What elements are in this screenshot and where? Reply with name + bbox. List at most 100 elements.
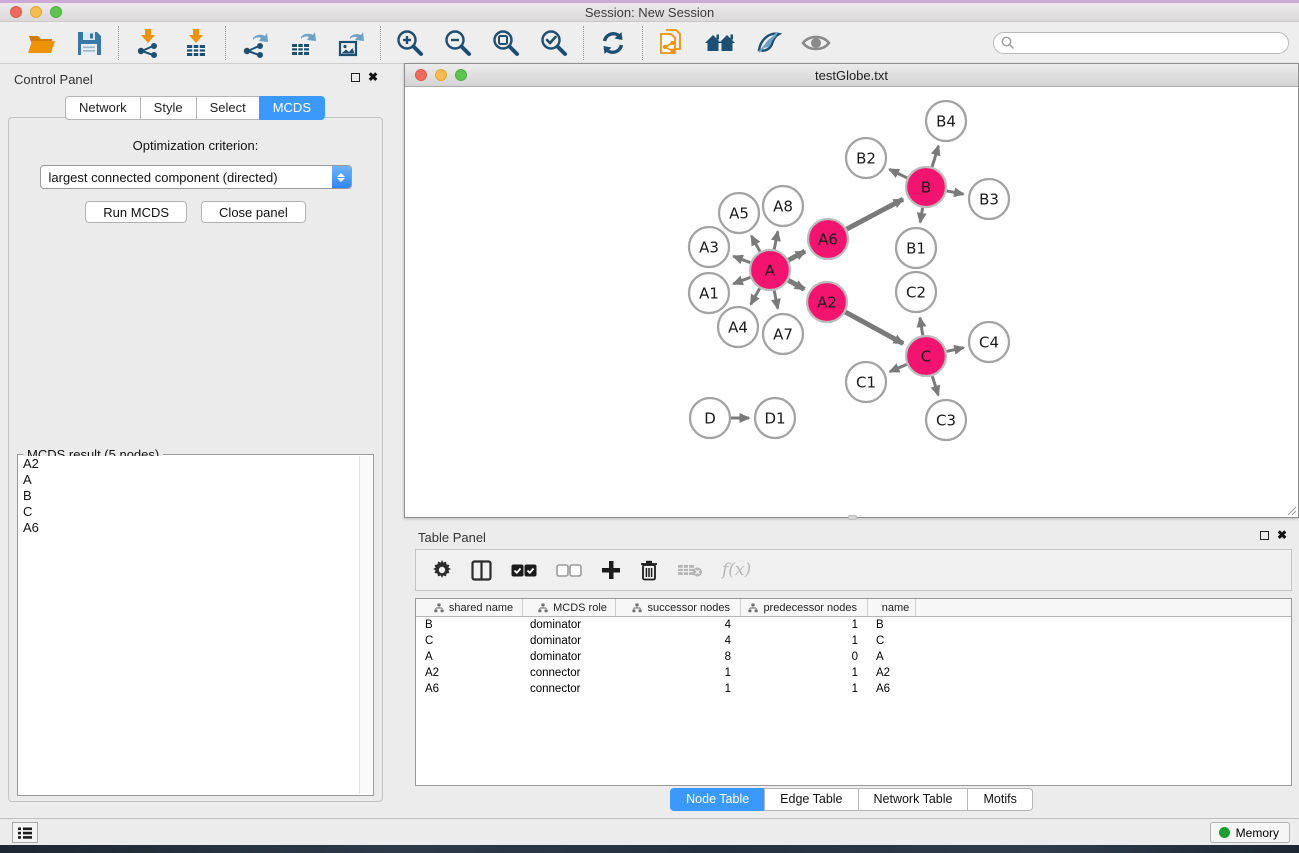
memory-button[interactable]: Memory: [1210, 822, 1290, 843]
table-cell[interactable]: C: [868, 633, 916, 649]
table-cell[interactable]: A6: [868, 681, 916, 697]
table-cell[interactable]: 4: [616, 617, 741, 633]
table-row[interactable]: Adominator80A: [416, 649, 1291, 665]
toolbar-search[interactable]: [993, 32, 1289, 54]
table-cell[interactable]: dominator: [523, 617, 616, 633]
search-input[interactable]: [1020, 34, 1288, 52]
hide-graphics-details-icon[interactable]: [799, 26, 833, 60]
run-mcds-button[interactable]: Run MCDS: [85, 201, 187, 223]
column-header-shared-name[interactable]: shared name: [416, 599, 523, 616]
table-settings-gear-icon[interactable]: [432, 560, 452, 580]
table-cell[interactable]: 1: [741, 633, 868, 649]
add-column-icon[interactable]: [601, 560, 621, 580]
close-panel-icon[interactable]: ✖: [368, 72, 378, 82]
graph-edge-A-A2[interactable]: [788, 280, 804, 289]
table-cell[interactable]: B: [868, 617, 916, 633]
table-cell[interactable]: dominator: [523, 633, 616, 649]
table-row[interactable]: Bdominator41B: [416, 617, 1291, 633]
tab-edge-table[interactable]: Edge Table: [764, 788, 857, 811]
table-cell[interactable]: A2: [868, 665, 916, 681]
delete-column-trash-icon[interactable]: [640, 560, 658, 581]
graph-edge-A-A7[interactable]: [774, 291, 778, 309]
refresh-layout-icon[interactable]: [596, 26, 630, 60]
table-cell[interactable]: 1: [741, 617, 868, 633]
float-table-panel-icon[interactable]: [1260, 531, 1269, 540]
table-cell[interactable]: A6: [416, 681, 523, 697]
table-cell[interactable]: 8: [616, 649, 741, 665]
mcds-result-item[interactable]: C: [19, 504, 359, 520]
graph-edge-C-C1[interactable]: [890, 364, 907, 371]
table-cell[interactable]: 0: [741, 649, 868, 665]
tab-node-table[interactable]: Node Table: [670, 788, 764, 811]
table-cell[interactable]: 1: [741, 665, 868, 681]
graph-edge-A-A4[interactable]: [751, 288, 760, 304]
tab-network-table[interactable]: Network Table: [858, 788, 968, 811]
import-table-icon[interactable]: [179, 26, 213, 60]
graph-edge-B-B2[interactable]: [889, 169, 907, 178]
close-panel-button[interactable]: Close panel: [201, 201, 306, 223]
table-row[interactable]: A6connector11A6: [416, 681, 1291, 697]
tab-network[interactable]: Network: [65, 96, 140, 120]
open-file-icon[interactable]: [24, 26, 58, 60]
column-header-predecessor-nodes[interactable]: predecessor nodes: [741, 599, 868, 616]
export-image-icon[interactable]: [334, 26, 368, 60]
column-header-MCDS-role[interactable]: MCDS role: [523, 599, 616, 616]
criterion-select[interactable]: largest connected component (directed): [40, 165, 352, 189]
zoom-out-icon[interactable]: [441, 26, 475, 60]
zoom-fit-icon[interactable]: [489, 26, 523, 60]
table-cell[interactable]: B: [416, 617, 523, 633]
show-graphics-details-icon[interactable]: [751, 26, 785, 60]
table-cell[interactable]: dominator: [523, 649, 616, 665]
task-history-button[interactable]: [12, 822, 38, 843]
table-cell[interactable]: 1: [616, 681, 741, 697]
home-view-icon[interactable]: [703, 26, 737, 60]
table-cell[interactable]: A2: [416, 665, 523, 681]
network-window-titlebar[interactable]: testGlobe.txt: [405, 64, 1298, 87]
resize-grip-icon[interactable]: [1285, 504, 1297, 516]
panel-splitter-handle[interactable]: [848, 515, 857, 520]
table-cell[interactable]: 1: [741, 681, 868, 697]
zoom-in-icon[interactable]: [393, 26, 427, 60]
column-selector-icon[interactable]: [471, 560, 492, 581]
graph-edge-A-A5[interactable]: [751, 236, 760, 252]
table-row[interactable]: Cdominator41C: [416, 633, 1291, 649]
mcds-result-item[interactable]: A: [19, 472, 359, 488]
table-cell[interactable]: connector: [523, 681, 616, 697]
network-graph-canvas[interactable]: B4B2BB3A8A5A6A3B1AA1C2A2A4A7C4CC1C3DD1: [405, 88, 1298, 517]
select-all-rows-icon[interactable]: [511, 564, 537, 577]
mcds-result-item[interactable]: A2: [19, 456, 359, 472]
tab-motifs[interactable]: Motifs: [967, 788, 1032, 811]
graph-edge-A6-B[interactable]: [847, 199, 903, 229]
table-cell[interactable]: connector: [523, 665, 616, 681]
import-network-icon[interactable]: [131, 26, 165, 60]
export-table-icon[interactable]: [286, 26, 320, 60]
export-network-icon[interactable]: [238, 26, 272, 60]
graph-edge-B-B4[interactable]: [932, 146, 938, 167]
result-scrollbar[interactable]: [359, 456, 372, 794]
graph-edge-B-B1[interactable]: [920, 208, 922, 223]
graph-edge-A-A1[interactable]: [733, 277, 750, 283]
graph-edge-C-C4[interactable]: [946, 348, 963, 352]
new-session-from-network-icon[interactable]: [655, 26, 689, 60]
tab-mcds[interactable]: MCDS: [259, 96, 325, 120]
table-cell[interactable]: A: [868, 649, 916, 665]
table-cell[interactable]: C: [416, 633, 523, 649]
save-session-icon[interactable]: [72, 26, 106, 60]
graph-edge-A-A8[interactable]: [774, 231, 778, 249]
graph-edge-A-A3[interactable]: [733, 256, 750, 262]
graph-edge-A2-C[interactable]: [845, 312, 903, 343]
table-cell[interactable]: 1: [616, 665, 741, 681]
column-header-successor-nodes[interactable]: successor nodes: [616, 599, 741, 616]
tab-style[interactable]: Style: [140, 96, 196, 120]
zoom-selected-icon[interactable]: [537, 26, 571, 60]
tab-select[interactable]: Select: [196, 96, 259, 120]
graph-edge-C-C2[interactable]: [920, 318, 923, 336]
table-row[interactable]: A2connector11A2: [416, 665, 1291, 681]
graph-edge-A-A6[interactable]: [789, 251, 806, 260]
column-header-name[interactable]: name: [868, 599, 916, 616]
deselect-all-rows-icon[interactable]: [556, 564, 582, 577]
table-cell[interactable]: A: [416, 649, 523, 665]
graph-edge-B-B3[interactable]: [947, 191, 964, 194]
table-cell[interactable]: 4: [616, 633, 741, 649]
float-panel-icon[interactable]: [351, 73, 360, 82]
